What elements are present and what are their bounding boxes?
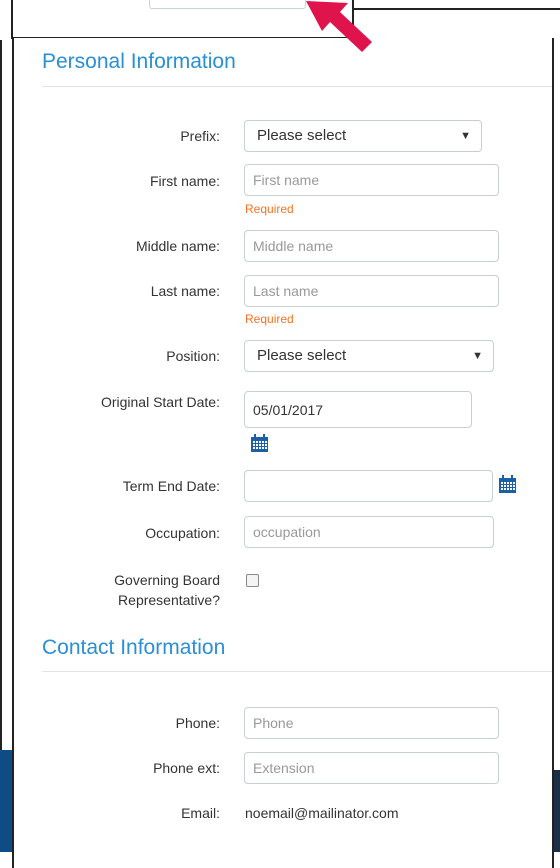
prefix-select-value: Please select: [257, 127, 347, 144]
section-title-contact: Contact Information: [42, 636, 226, 659]
middle-name-input[interactable]: [244, 230, 499, 262]
first-name-input[interactable]: [244, 164, 499, 196]
calendar-icon[interactable]: [250, 434, 269, 453]
last-name-label: Last name:: [150, 283, 220, 299]
position-select[interactable]: Please select ▼: [244, 340, 494, 372]
start-date-input[interactable]: [244, 391, 472, 428]
first-name-label: First name:: [149, 173, 220, 189]
background-strip: [553, 770, 560, 852]
phone-ext-input[interactable]: [244, 752, 499, 784]
background-field: [149, 0, 306, 9]
caret-down-icon: ▼: [460, 130, 471, 142]
section-divider: [42, 671, 552, 672]
phone-label: Phone:: [175, 715, 220, 731]
background-border: [352, 8, 560, 10]
prefix-select[interactable]: Please select ▼: [244, 120, 482, 152]
start-date-label: Original Start Date:: [100, 394, 220, 410]
occupation-label: Occupation:: [145, 525, 220, 541]
phone-ext-label: Phone ext:: [153, 760, 220, 776]
phone-input[interactable]: [244, 707, 499, 739]
calendar-icon[interactable]: [498, 475, 517, 494]
governing-board-label-line2: Representative?: [118, 592, 220, 608]
caret-down-icon: ▼: [472, 350, 483, 362]
background-strip: [0, 750, 12, 852]
governing-board-checkbox[interactable]: [246, 574, 259, 587]
form-panel: Personal Information Prefix: Please sele…: [12, 38, 554, 868]
last-name-required: Required: [245, 312, 294, 326]
position-select-value: Please select: [257, 347, 347, 364]
term-end-date-label: Term End Date:: [122, 478, 220, 494]
background-border: [0, 40, 2, 750]
middle-name-label: Middle name:: [135, 238, 220, 254]
last-name-input[interactable]: [244, 275, 499, 307]
section-divider: [42, 86, 552, 87]
first-name-required: Required: [245, 202, 294, 216]
email-value: noemail@mailinator.com: [245, 805, 399, 821]
position-label: Position:: [166, 348, 220, 364]
occupation-input[interactable]: [244, 516, 494, 548]
term-end-date-input[interactable]: [244, 470, 493, 502]
section-title-personal: Personal Information: [42, 50, 236, 73]
arrow-pointer-icon: [306, 1, 372, 52]
governing-board-label: Governing Board Representative?: [114, 570, 220, 610]
email-label: Email:: [181, 805, 220, 821]
governing-board-label-line1: Governing Board: [114, 572, 220, 588]
prefix-label: Prefix:: [180, 128, 220, 144]
